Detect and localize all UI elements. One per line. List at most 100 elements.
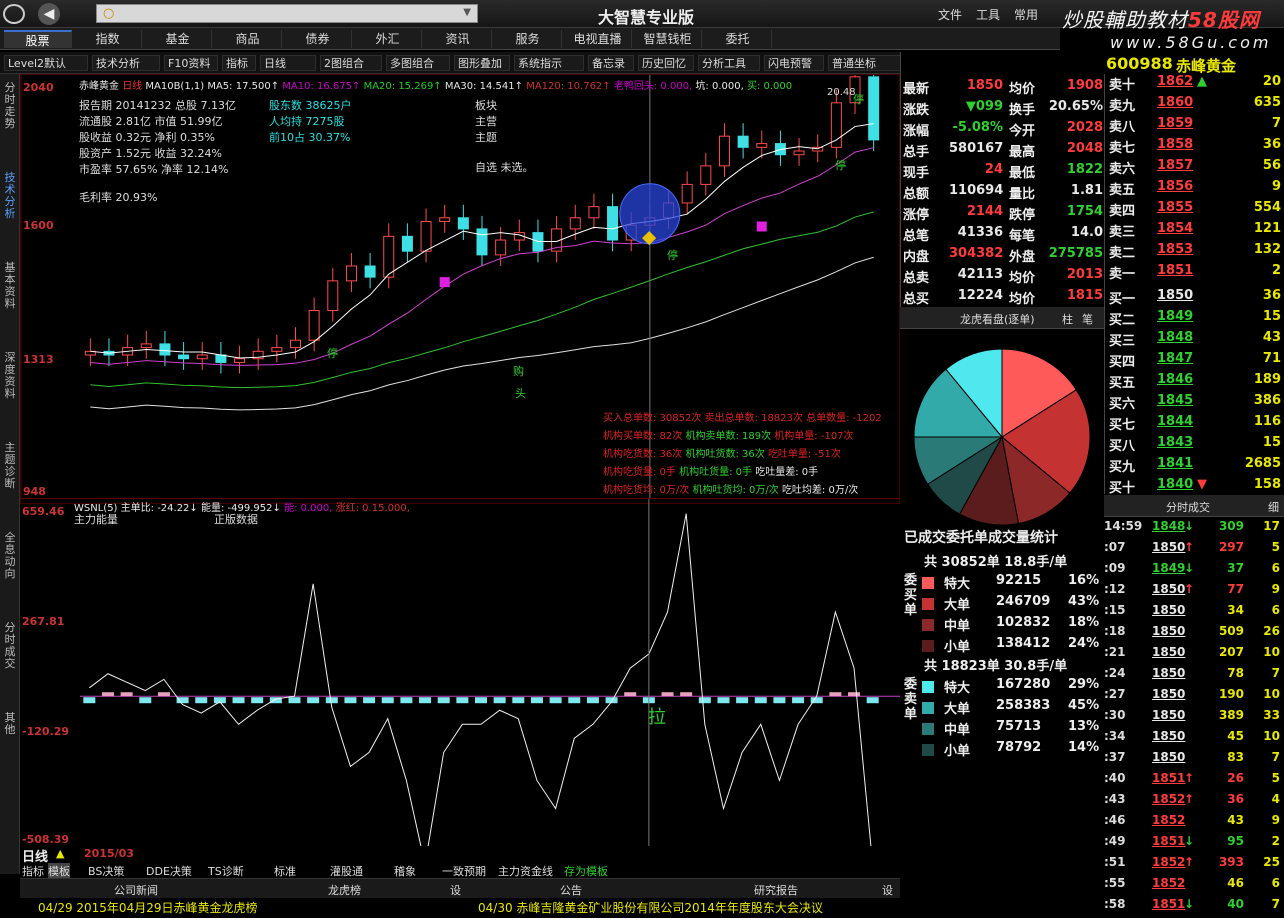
label-tou: 头 bbox=[515, 387, 526, 400]
toolbar-multicombo[interactable]: 多图组合 bbox=[386, 55, 450, 71]
energy-bar bbox=[288, 697, 301, 704]
toolbar-tech[interactable]: 技术分析 bbox=[92, 55, 160, 71]
stock-header: 600988 赤峰黄金 bbox=[1104, 54, 1284, 75]
energy-bar bbox=[195, 697, 208, 704]
tick-price: 1850 bbox=[1152, 603, 1186, 617]
toolbar-memo[interactable]: 备忘录 bbox=[588, 55, 634, 71]
btab-ts[interactable]: TS诊断 bbox=[208, 863, 244, 879]
quote-row: 总手 580167 最高 2048 bbox=[901, 141, 1105, 162]
toolbar-history[interactable]: 历史回忆 bbox=[638, 55, 694, 71]
tick-arrow-icon: ↓ bbox=[1184, 519, 1195, 533]
energy-bar bbox=[157, 692, 170, 697]
panel-announce[interactable]: 公告 bbox=[560, 882, 582, 898]
app-logo-icon bbox=[3, 4, 25, 24]
trade-stats: 已成交委托单成交量统计共 30852单 18.8手/单 委买单 特大 92215 16%… bbox=[900, 527, 1104, 767]
tab-commodity[interactable]: 商品 bbox=[214, 30, 282, 48]
legend-ma20: MA20: 15.269↑ bbox=[363, 81, 442, 92]
tab-service[interactable]: 服务 bbox=[494, 30, 562, 48]
toolbar-sysind[interactable]: 系统指示 bbox=[514, 55, 584, 71]
panel-research[interactable]: 研究报告 bbox=[754, 882, 798, 898]
side-tab-holo[interactable]: 全息动向 bbox=[2, 532, 18, 580]
kline-chart[interactable]: 赤峰黄金 日线 MA10B(1,1) MA5: 17.500↑ MA10: 16… bbox=[20, 74, 900, 504]
side-tab-deep[interactable]: 深度资料 bbox=[2, 352, 18, 400]
toolbar-indicator[interactable]: 指标 bbox=[222, 55, 256, 71]
panel-dragon[interactable]: 龙虎榜 bbox=[328, 882, 361, 898]
btab-guantong[interactable]: 灌股通 bbox=[330, 863, 363, 879]
btab-std[interactable]: 标准 bbox=[274, 863, 296, 879]
legend-ma10: MA10: 16.675↑ bbox=[282, 81, 361, 92]
tick-count: 6 bbox=[1271, 603, 1280, 617]
tick-row: :46 1852 43 9 bbox=[1104, 813, 1284, 834]
side-tab-diagnosis[interactable]: 主题诊断 bbox=[2, 442, 18, 490]
stats-pct: 14% bbox=[1068, 740, 1100, 755]
news-item-2[interactable]: 04/30 赤峰吉隆黄金矿业股份有限公司2014年年度股东大会决议 bbox=[478, 899, 823, 916]
panel-company-news[interactable]: 公司新闻 bbox=[114, 882, 158, 898]
kline-candle bbox=[718, 135, 730, 167]
btab-mainfund[interactable]: 主力资金线 bbox=[498, 863, 553, 879]
tab-stock[interactable]: 股票 bbox=[4, 30, 72, 48]
toolbar-period[interactable]: 日线 bbox=[260, 55, 316, 71]
energy-line bbox=[89, 513, 872, 847]
panel-set-1[interactable]: 设 bbox=[450, 882, 461, 898]
news-item-1[interactable]: 04/29 2015年04月29日赤峰黄金龙虎榜 bbox=[38, 899, 257, 916]
tab-fund[interactable]: 基金 bbox=[144, 30, 212, 48]
toolbar-overlay[interactable]: 图形叠加 bbox=[454, 55, 510, 71]
tick-volume: 45 bbox=[1227, 729, 1244, 743]
energy-bar bbox=[251, 697, 264, 704]
menu-tools[interactable]: 工具 bbox=[976, 6, 1000, 23]
book-label: 买十 bbox=[1109, 481, 1136, 496]
side-tab-basic[interactable]: 基本资料 bbox=[2, 262, 18, 310]
energy-bar bbox=[680, 692, 693, 697]
menu-common[interactable]: 常用 bbox=[1014, 6, 1038, 23]
book-label: 买六 bbox=[1109, 397, 1136, 412]
quote-value: 2028 bbox=[1066, 120, 1103, 135]
toolbar-alert[interactable]: 闪电预警 bbox=[764, 55, 824, 71]
btab-consensus[interactable]: 一致预期 bbox=[442, 863, 486, 879]
book-volume: 20 bbox=[1262, 74, 1281, 89]
btab-dde[interactable]: DDE决策 bbox=[146, 863, 192, 879]
menu-file[interactable]: 文件 bbox=[938, 6, 962, 23]
stats-sell-row: 小单 78792 14% bbox=[922, 740, 1102, 761]
btab-bs[interactable]: BS决策 bbox=[88, 863, 124, 879]
dragon-tab-tick[interactable]: 笔 bbox=[1082, 311, 1093, 327]
btab-indicator[interactable]: 指标 bbox=[22, 863, 44, 879]
toolbar-coord[interactable]: 普通坐标 bbox=[828, 55, 910, 71]
toolbar-level2[interactable]: Level2默认 bbox=[4, 55, 88, 71]
energy-bar bbox=[661, 692, 674, 697]
tick-count: 6 bbox=[1271, 876, 1280, 890]
tab-news[interactable]: 资讯 bbox=[424, 30, 492, 48]
tab-tv[interactable]: 电视直播 bbox=[564, 30, 632, 48]
toolbar-analysis[interactable]: 分析工具 bbox=[698, 55, 760, 71]
search-input[interactable]: ○ ▼ bbox=[96, 4, 478, 23]
btab-save-template[interactable]: 存为模板 bbox=[564, 863, 608, 879]
toolbar-f10[interactable]: F10资料 bbox=[164, 55, 218, 71]
quote-value: 41336 bbox=[957, 225, 1003, 240]
panel-set-2[interactable]: 设 bbox=[882, 882, 893, 898]
book-volume: 9 bbox=[1271, 179, 1281, 194]
book-price: 1857 bbox=[1157, 158, 1194, 173]
stats-pct: 13% bbox=[1068, 719, 1100, 734]
bid-row: 买四 1847 71 bbox=[1105, 351, 1284, 372]
kline-candle bbox=[607, 206, 619, 241]
book-label: 卖五 bbox=[1109, 183, 1136, 198]
chevron-down-icon[interactable]: ▼ bbox=[463, 7, 471, 18]
energy-chart[interactable]: WSNL(5) 主单比: -24.22↓ 能量: -499.952↓ 能: 0.… bbox=[20, 498, 900, 847]
side-tab-technical[interactable]: 技术分析 bbox=[2, 172, 18, 220]
btab-template[interactable]: 模板 bbox=[48, 863, 70, 879]
tab-wallet[interactable]: 智慧钱柜 bbox=[634, 30, 702, 48]
back-arrow-icon[interactable]: ◀ bbox=[38, 3, 60, 25]
btab-jixiang[interactable]: 稽象 bbox=[394, 863, 416, 879]
tab-bond[interactable]: 债券 bbox=[284, 30, 352, 48]
tick-arrow-icon: ↑ bbox=[1184, 771, 1195, 785]
quote-label: 今开 bbox=[1009, 124, 1036, 139]
side-tab-other[interactable]: 其他 bbox=[2, 712, 18, 736]
ask-row: 卖六 1857 56 bbox=[1105, 158, 1284, 179]
toolbar-2combo[interactable]: 2图组合 bbox=[320, 55, 382, 71]
tab-forex[interactable]: 外汇 bbox=[354, 30, 422, 48]
stats-pct: 16% bbox=[1068, 573, 1100, 588]
side-tab-intraday[interactable]: 分时走势 bbox=[2, 82, 18, 130]
dragon-tab-bar[interactable]: 柱 bbox=[1062, 311, 1073, 327]
tab-trade[interactable]: 委托 bbox=[704, 30, 772, 48]
tab-index[interactable]: 指数 bbox=[74, 30, 142, 48]
side-tab-ticks[interactable]: 分时成交 bbox=[2, 622, 18, 670]
